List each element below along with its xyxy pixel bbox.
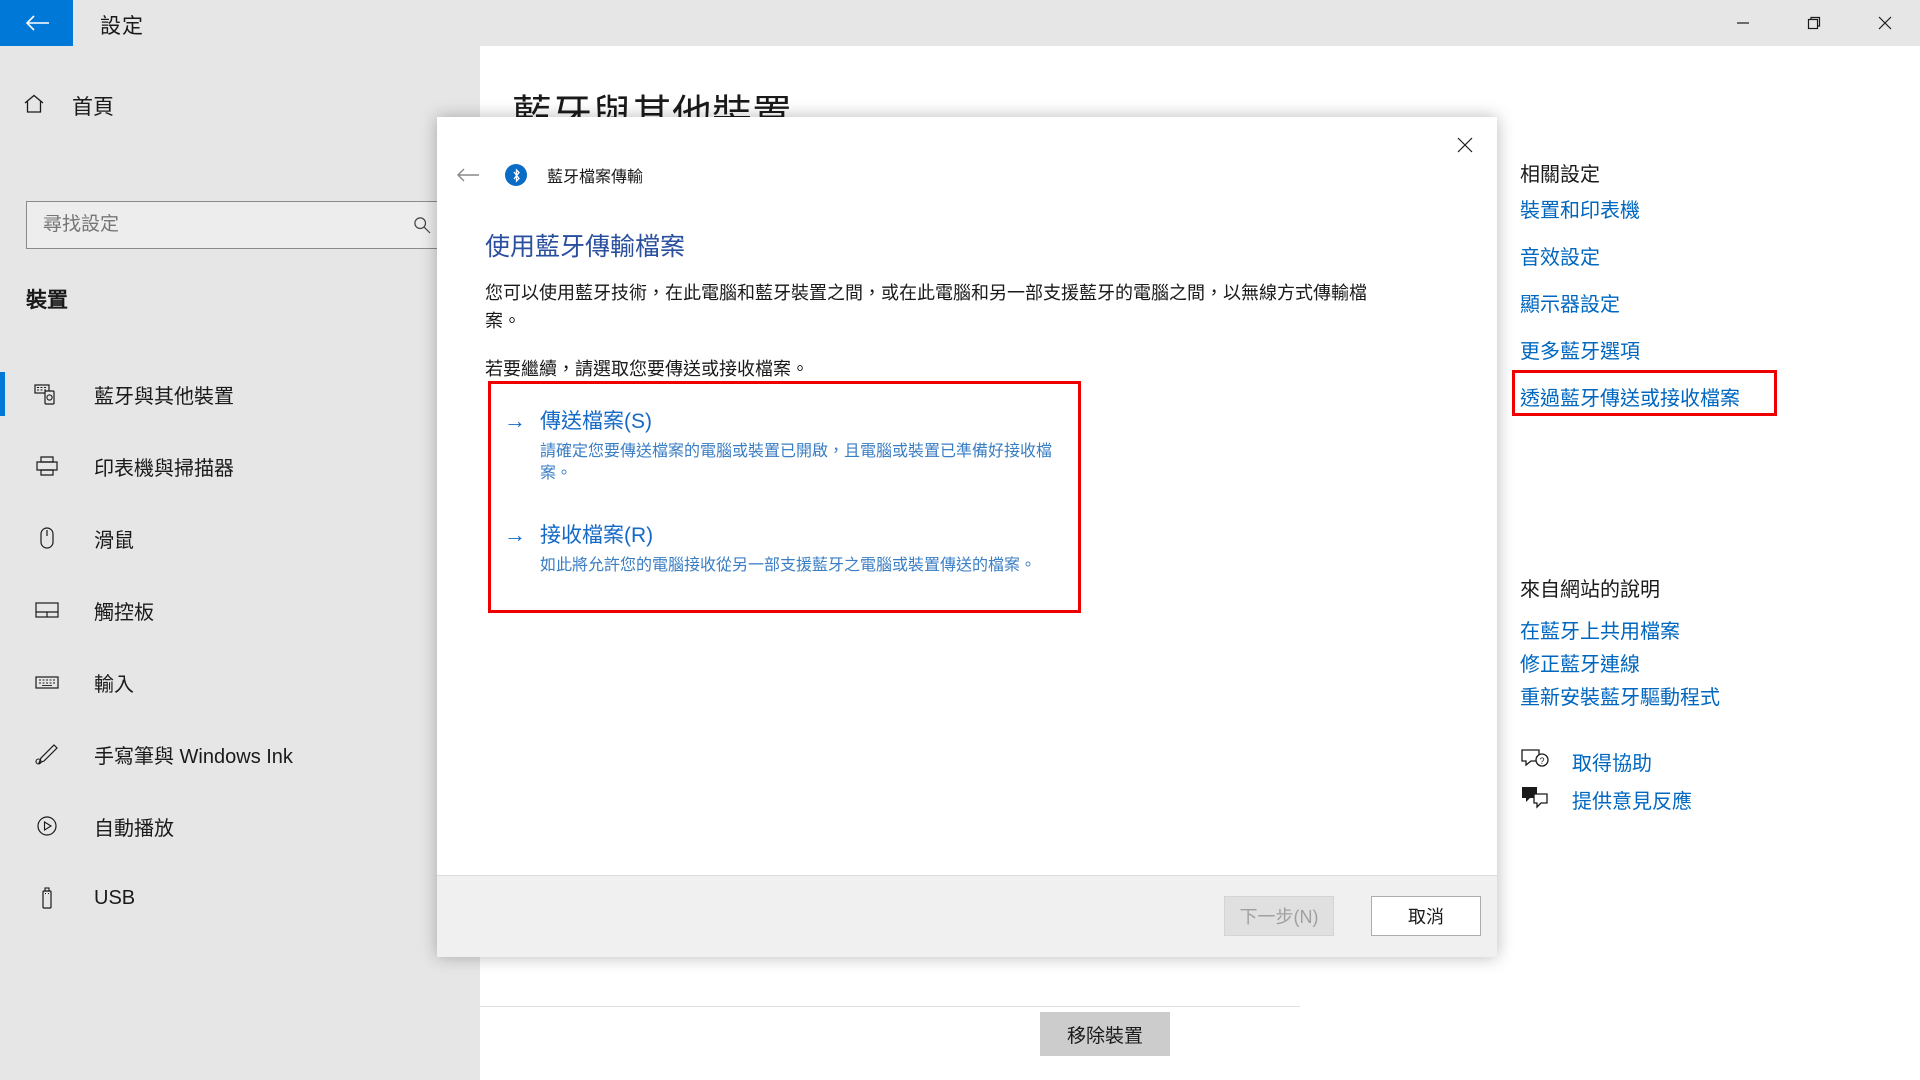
related-link-devices-printers[interactable]: 裝置和印表機 (1520, 194, 1640, 223)
home-icon (22, 92, 46, 121)
related-link-send-receive-files-bluetooth[interactable]: 透過藍牙傳送或接收檔案 (1520, 382, 1740, 411)
receive-files-option[interactable]: → 接收檔案(R) 如此將允許您的電腦接收從另一部支援藍牙之電腦或裝置傳送的檔案… (504, 519, 1064, 577)
usb-icon (26, 886, 68, 910)
transfer-options-group: → 傳送檔案(S) 請確定您要傳送檔案的電腦或裝置已開啟，且電腦或裝置已準備好接… (488, 349, 1097, 613)
keyboard-icon (26, 670, 68, 694)
receive-files-row[interactable]: → 接收檔案(R) (504, 519, 1064, 549)
svg-text:?: ? (1539, 756, 1544, 766)
sidebar-item-usb[interactable]: USB (0, 862, 480, 934)
dialog-body: 使用藍牙傳輸檔案 您可以使用藍牙技術，在此電腦和藍牙裝置之間，或在此電腦和另一部… (437, 117, 1497, 875)
touchpad-icon (26, 598, 68, 622)
settings-window: 設定 首頁 尋找設定 裝置 藍牙與其他裝置 印表機與掃描器 滑鼠 觸控板 輸入 … (0, 0, 1920, 1080)
related-link-more-bluetooth-options[interactable]: 更多藍牙選項 (1520, 335, 1640, 364)
title-bar: 設定 (0, 0, 1920, 46)
bluetooth-file-transfer-dialog: 藍牙檔案傳輸 使用藍牙傳輸檔案 您可以使用藍牙技術，在此電腦和藍牙裝置之間，或在… (437, 117, 1497, 957)
sidebar: 首頁 裝置 (0, 46, 480, 1080)
receive-files-label[interactable]: 接收檔案(R) (540, 519, 653, 549)
remove-device-button[interactable]: 移除裝置 (1040, 1012, 1170, 1056)
arrow-right-icon: → (504, 408, 526, 433)
printer-icon (26, 454, 68, 478)
web-link-reinstall-bluetooth-driver[interactable]: 重新安裝藍牙驅動程式 (1520, 681, 1720, 710)
autoplay-icon (26, 814, 68, 838)
maximize-button[interactable] (1778, 0, 1849, 46)
send-files-row[interactable]: → 傳送檔案(S) (504, 405, 1064, 435)
dialog-paragraph: 您可以使用藍牙技術，在此電腦和藍牙裝置之間，或在此電腦和另一部支援藍牙的電腦之間… (485, 283, 1367, 331)
related-settings-panel: 相關設定 裝置和印表機 音效設定 顯示器設定 更多藍牙選項 透過藍牙傳送或接收檔… (1512, 46, 1920, 1080)
window-controls (1707, 0, 1920, 46)
close-button[interactable] (1849, 0, 1920, 46)
back-button[interactable] (0, 0, 73, 46)
sidebar-item-label: 藍牙與其他裝置 (94, 385, 234, 408)
sidebar-item-autoplay[interactable]: 自動播放 (0, 790, 480, 862)
sidebar-item-label: 輸入 (94, 673, 134, 696)
feedback-icon (1520, 784, 1550, 815)
sidebar-item-typing[interactable]: 輸入 (0, 646, 480, 718)
give-feedback-row[interactable]: 提供意見反應 (1520, 784, 1692, 815)
receive-files-description: 如此將允許您的電腦接收從另一部支援藍牙之電腦或裝置傳送的檔案。 (540, 557, 1037, 574)
related-link-sound-settings[interactable]: 音效設定 (1520, 241, 1600, 270)
help-icon: ? (1520, 746, 1550, 777)
arrow-right-icon: → (504, 522, 526, 547)
related-settings-heading: 相關設定 (1520, 164, 1600, 186)
search-input[interactable] (27, 202, 399, 248)
content-divider (480, 1006, 1300, 1007)
bluetooth-devices-icon (26, 382, 68, 406)
web-help-heading: 來自網站的說明 (1520, 579, 1660, 601)
sidebar-item-label: 自動播放 (94, 817, 174, 840)
sidebar-item-bluetooth-devices[interactable]: 藍牙與其他裝置 (0, 358, 480, 430)
send-files-label[interactable]: 傳送檔案(S) (540, 405, 652, 435)
web-link-fix-bluetooth-connection[interactable]: 修正藍牙連線 (1520, 648, 1640, 677)
send-files-option[interactable]: → 傳送檔案(S) 請確定您要傳送檔案的電腦或裝置已開啟，且電腦或裝置已準備好接… (504, 405, 1064, 486)
sidebar-item-printers[interactable]: 印表機與掃描器 (0, 430, 480, 502)
dialog-footer: 下一步(N) 取消 (437, 875, 1497, 957)
sidebar-item-mouse[interactable]: 滑鼠 (0, 502, 480, 574)
web-link-share-files-bluetooth[interactable]: 在藍牙上共用檔案 (1520, 615, 1680, 644)
back-arrow-icon (24, 13, 50, 33)
sidebar-item-label: USB (94, 886, 136, 909)
get-help-row[interactable]: ? 取得協助 (1520, 746, 1652, 777)
sidebar-nav-list: 藍牙與其他裝置 印表機與掃描器 滑鼠 觸控板 輸入 手寫筆與 Windows I… (0, 358, 480, 934)
dialog-heading: 使用藍牙傳輸檔案 (485, 233, 686, 261)
search-box[interactable] (26, 201, 446, 249)
sidebar-item-home[interactable]: 首頁 (22, 91, 114, 121)
related-link-display-settings[interactable]: 顯示器設定 (1520, 288, 1620, 317)
send-files-description: 請確定您要傳送檔案的電腦或裝置已開啟，且電腦或裝置已準備好接收檔案。 (540, 443, 1053, 483)
mouse-icon (26, 526, 68, 550)
home-label: 首頁 (72, 96, 114, 119)
app-title: 設定 (100, 15, 144, 38)
sidebar-item-label: 觸控板 (94, 601, 154, 624)
sidebar-item-touchpad[interactable]: 觸控板 (0, 574, 480, 646)
minimize-button[interactable] (1707, 0, 1778, 46)
screen: 設定 首頁 尋找設定 裝置 藍牙與其他裝置 印表機與掃描器 滑鼠 觸控板 輸入 … (0, 0, 1920, 1080)
sidebar-item-label: 手寫筆與 Windows Ink (94, 745, 293, 768)
get-help-label: 取得協助 (1572, 753, 1652, 775)
give-feedback-label: 提供意見反應 (1572, 791, 1692, 813)
sidebar-item-pen-windows-ink[interactable]: 手寫筆與 Windows Ink (0, 718, 480, 790)
cancel-button[interactable]: 取消 (1371, 896, 1481, 936)
next-button[interactable]: 下一步(N) (1224, 896, 1334, 936)
sidebar-item-label: 印表機與掃描器 (94, 457, 234, 480)
sidebar-item-label: 滑鼠 (94, 529, 134, 552)
sidebar-section-title: 裝置 (26, 289, 68, 312)
pen-icon (26, 742, 68, 766)
